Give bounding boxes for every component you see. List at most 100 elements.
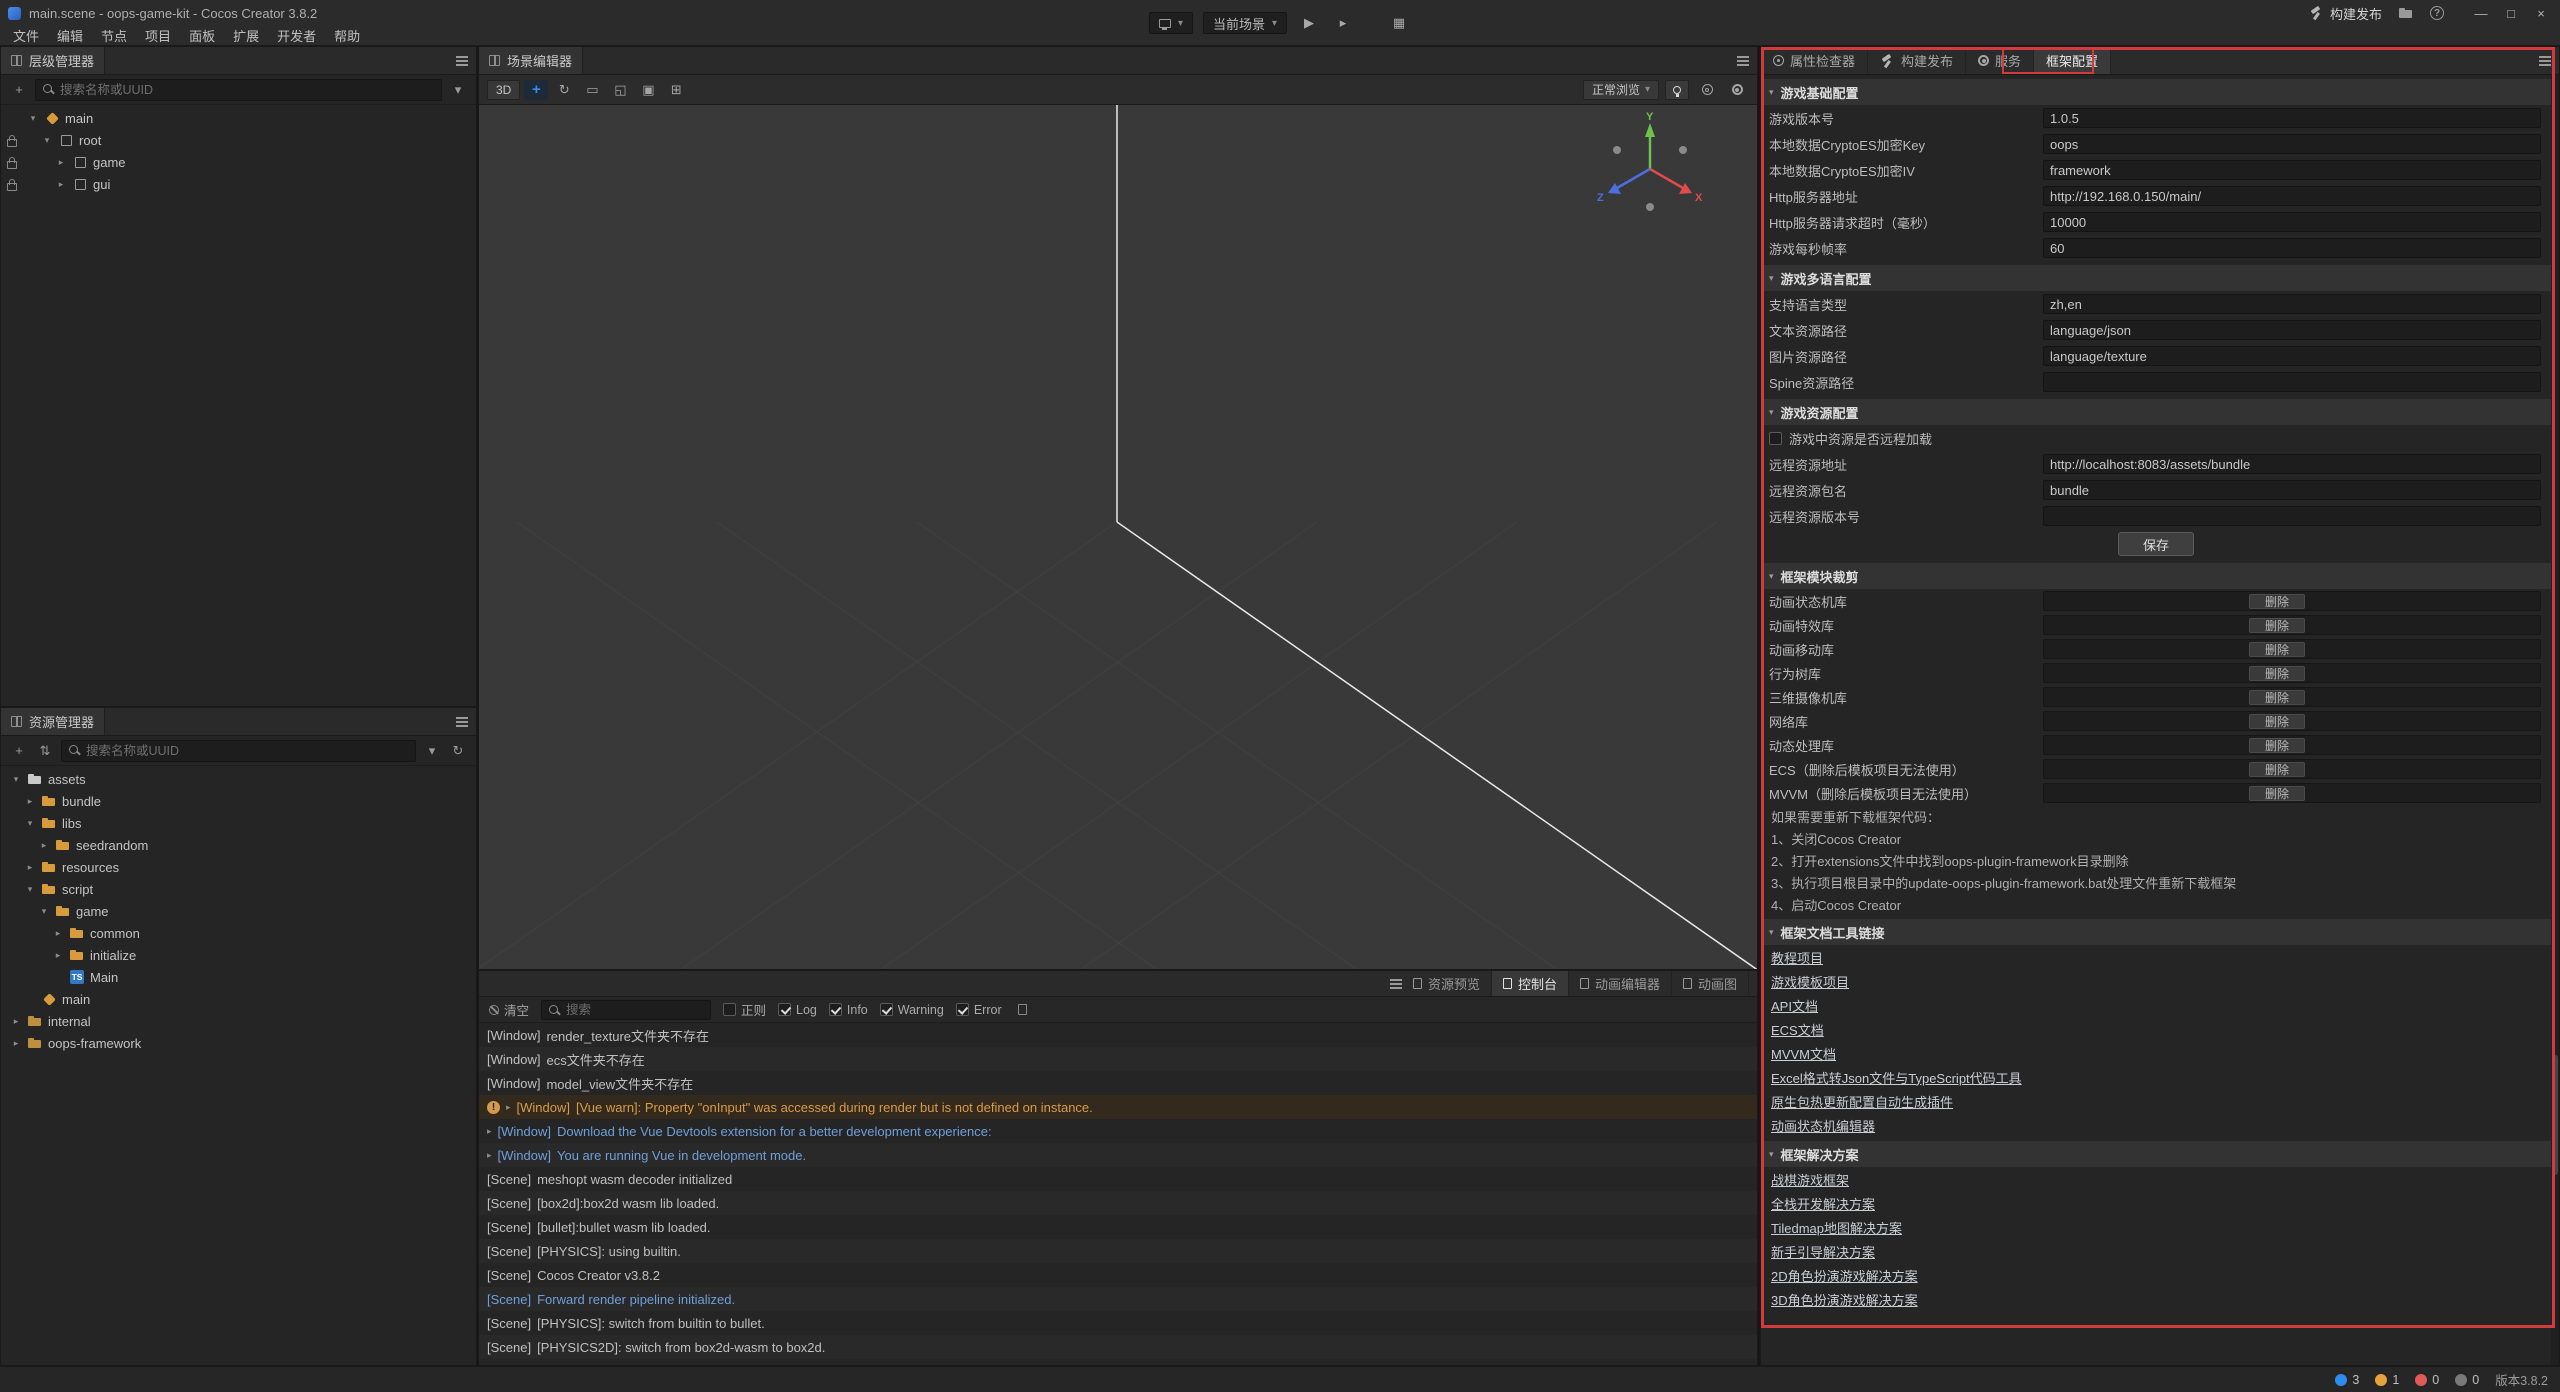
move-tool-button[interactable]: + (524, 80, 548, 100)
asset-node[interactable]: ▾ script (1, 878, 476, 900)
solution-link[interactable]: Tiledmap地图解决方案 (1771, 1218, 1902, 1237)
filter-icon[interactable]: ▾ (422, 741, 442, 761)
menu-item[interactable]: 编辑 (48, 26, 92, 45)
expand-arrow-icon[interactable]: ▸ (52, 950, 64, 961)
rotate-tool-button[interactable]: ↻ (552, 80, 576, 100)
filter-icon[interactable]: ▾ (448, 80, 468, 100)
hierarchy-node[interactable]: ▾ root (1, 129, 476, 151)
console-tab[interactable]: 控制台 (1492, 971, 1569, 996)
hierarchy-node[interactable]: ▾ main (1, 107, 476, 129)
scene-settings-button[interactable] (1725, 80, 1749, 100)
panel-menu-icon[interactable] (456, 60, 468, 62)
preview-target-selector[interactable]: ▾ (1149, 12, 1193, 34)
asset-node[interactable]: ▾ game (1, 900, 476, 922)
expand-arrow-icon[interactable]: ▾ (24, 884, 36, 895)
field-input[interactable] (2043, 454, 2541, 474)
field-input[interactable] (2043, 160, 2541, 180)
panel-menu-icon[interactable] (1390, 983, 1402, 985)
console-log-row[interactable]: [Scene] [PHYSICS]: switch from builtin t… (479, 1311, 1757, 1335)
asset-node[interactable]: main (1, 988, 476, 1010)
doc-link[interactable]: 教程项目 (1771, 948, 1823, 967)
console-log-row[interactable]: [Scene] Forward render pipeline initiali… (479, 1287, 1757, 1311)
module-delete-button[interactable]: 删除 (2249, 762, 2305, 777)
console-log-row[interactable]: [Scene] [box2d]:box2d wasm lib loaded. (479, 1191, 1757, 1215)
expand-chevron-icon[interactable]: ▸ (487, 1150, 492, 1161)
section-header-basic[interactable]: ▾ 游戏基础配置 (1761, 79, 2551, 105)
message-counter[interactable]: 1 (2375, 1373, 2399, 1387)
menu-item[interactable]: 文件 (4, 26, 48, 45)
module-delete-button[interactable]: 删除 (2249, 642, 2305, 657)
sort-icon[interactable]: ⇅ (35, 741, 55, 761)
module-delete-button[interactable]: 删除 (2249, 618, 2305, 633)
regex-toggle[interactable]: 正则 (723, 1000, 766, 1019)
field-input[interactable] (2043, 108, 2541, 128)
camera-settings-button[interactable] (1695, 80, 1719, 100)
solution-link[interactable]: 新手引导解决方案 (1771, 1242, 1875, 1261)
expand-arrow-icon[interactable]: ▸ (24, 796, 36, 807)
step-button[interactable]: ▸ (1331, 12, 1355, 34)
message-counter[interactable]: 3 (2335, 1373, 2359, 1387)
section-header-docs[interactable]: ▾ 框架文档工具链接 (1761, 919, 2551, 945)
field-input[interactable] (2043, 186, 2541, 206)
layout-button[interactable]: ▦ (1387, 12, 1411, 34)
console-log-row[interactable]: [Scene] [PHYSICS]: using builtin. (479, 1239, 1757, 1263)
console-log-row[interactable]: [Scene] [PHYSICS2D]: switch from box2d-w… (479, 1335, 1757, 1359)
help-icon[interactable]: ? (2430, 6, 2444, 20)
hierarchy-search-input[interactable] (35, 79, 442, 101)
menu-item[interactable]: 扩展 (224, 26, 268, 45)
panel-menu-icon[interactable] (2539, 60, 2551, 62)
expand-arrow-icon[interactable]: ▾ (27, 113, 39, 124)
inspector-scrollbar[interactable] (2551, 75, 2559, 1365)
assets-search-input[interactable] (61, 740, 416, 762)
field-input[interactable] (2043, 320, 2541, 340)
menu-item[interactable]: 节点 (92, 26, 136, 45)
snap-tool-button[interactable]: ⊞ (664, 80, 688, 100)
expand-arrow-icon[interactable]: ▸ (52, 928, 64, 939)
add-node-button[interactable]: + (9, 80, 29, 100)
section-header-modules[interactable]: ▾ 框架模块裁剪 (1761, 563, 2551, 589)
asset-node[interactable]: ▾ assets (1, 768, 476, 790)
log-filter-toggle[interactable]: Warning (880, 1003, 944, 1017)
solution-link[interactable]: 3D角色扮演游戏解决方案 (1771, 1290, 1918, 1309)
console-tab[interactable]: 动画图 (1672, 971, 1749, 996)
module-delete-button[interactable]: 删除 (2249, 714, 2305, 729)
doc-link[interactable]: Excel格式转Json文件与TypeScript代码工具 (1771, 1068, 2022, 1087)
build-publish-button[interactable]: 构建发布 (2309, 4, 2382, 23)
view-mode-selector[interactable]: 正常浏览 ▾ (1583, 80, 1659, 100)
log-filter-toggle[interactable]: Info (829, 1003, 868, 1017)
clear-console-button[interactable]: 清空 (489, 1000, 529, 1019)
console-log-row[interactable]: [Scene] meshopt wasm decoder initialized (479, 1167, 1757, 1191)
console-log-row[interactable]: ! ▸ [Window] [Vue warn]: Property "onInp… (479, 1095, 1757, 1119)
doc-link[interactable]: API文档 (1771, 996, 1818, 1015)
expand-arrow-icon[interactable]: ▸ (24, 862, 36, 873)
expand-arrow-icon[interactable]: ▾ (38, 906, 50, 917)
add-asset-button[interactable]: + (9, 741, 29, 761)
console-log-row[interactable]: [Window] render_texture文件夹不存在 (479, 1023, 1757, 1047)
expand-arrow-icon[interactable]: ▸ (10, 1016, 22, 1027)
tab-property-inspector[interactable]: 属性检查器 (1761, 47, 1868, 74)
open-project-folder-icon[interactable] (2398, 6, 2414, 20)
hierarchy-node[interactable]: ▸ gui (1, 173, 476, 195)
lock-icon[interactable] (5, 133, 17, 147)
menu-item[interactable]: 帮助 (325, 26, 369, 45)
expand-arrow-icon[interactable]: ▸ (10, 1038, 22, 1049)
minimize-button[interactable]: — (2466, 0, 2496, 26)
doc-link[interactable]: 动画状态机编辑器 (1771, 1116, 1875, 1135)
asset-node[interactable]: Main (1, 966, 476, 988)
solution-link[interactable]: 全栈开发解决方案 (1771, 1194, 1875, 1213)
hierarchy-panel-tab[interactable]: 层级管理器 (1, 47, 105, 74)
doc-link[interactable]: 游戏模板项目 (1771, 972, 1849, 991)
section-header-language[interactable]: ▾ 游戏多语言配置 (1761, 265, 2551, 291)
assets-panel-tab[interactable]: 资源管理器 (1, 708, 105, 735)
console-log-row[interactable]: [Scene] [bullet]:bullet wasm lib loaded. (479, 1215, 1757, 1239)
expand-arrow-icon[interactable]: ▸ (55, 157, 67, 168)
expand-arrow-icon[interactable]: ▾ (10, 774, 22, 785)
field-input[interactable] (2043, 134, 2541, 154)
hierarchy-node[interactable]: ▸ game (1, 151, 476, 173)
open-log-file-icon[interactable] (1018, 1004, 1027, 1015)
solution-link[interactable]: 战棋游戏框架 (1771, 1170, 1849, 1189)
lock-icon[interactable] (5, 177, 17, 191)
expand-chevron-icon[interactable]: ▸ (506, 1102, 511, 1113)
console-tab[interactable]: 资源预览 (1402, 971, 1492, 996)
panel-menu-icon[interactable] (1737, 60, 1749, 62)
